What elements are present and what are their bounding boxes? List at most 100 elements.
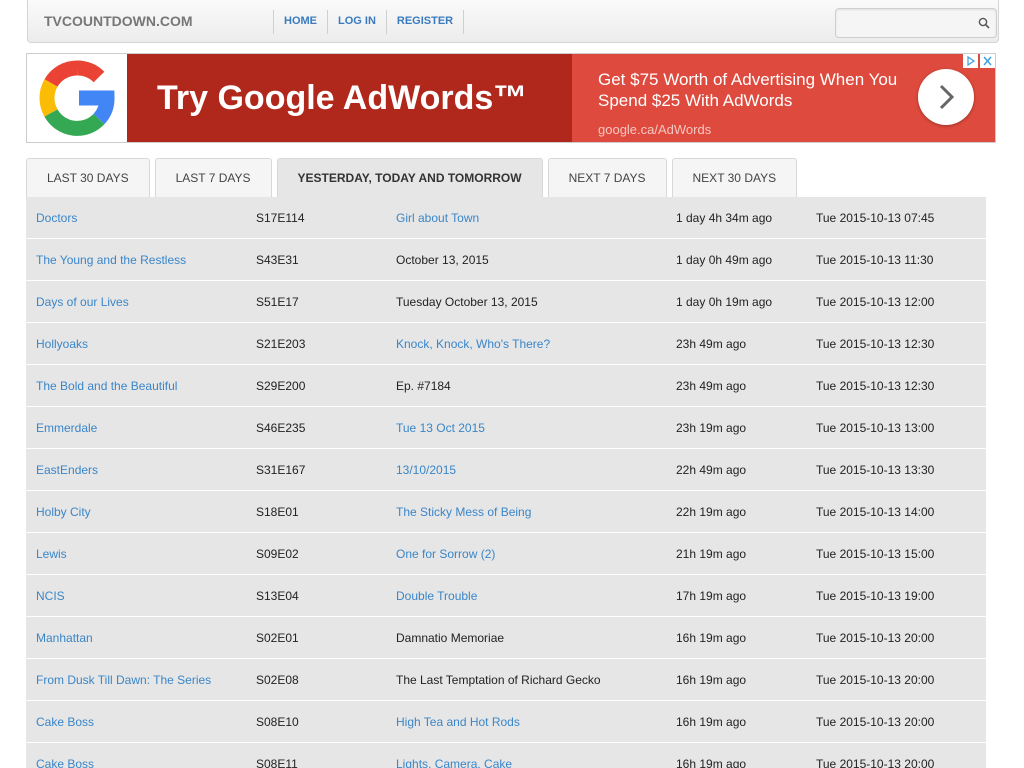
time-ago: 23h 19m ago [676,421,747,435]
show-link[interactable]: Doctors [36,197,77,239]
air-date: Tue 2015-10-13 20:00 [816,673,935,687]
show-link[interactable]: Days of our Lives [36,281,129,323]
air-date: Tue 2015-10-13 13:30 [816,463,935,477]
air-date: Tue 2015-10-13 12:00 [816,295,935,309]
ad-left-panel: Try Google AdWords™ [127,54,572,142]
time-ago: 22h 49m ago [676,463,747,477]
ad-info-icon[interactable] [963,54,978,68]
episode-title[interactable]: Girl about Town [396,197,479,239]
episode-number: S21E203 [256,337,306,351]
table-row: Doctors S17E114 Girl about Town 1 day 4h 34… [26,197,986,239]
time-ago: 17h 19m ago [676,589,747,603]
air-date: Tue 2015-10-13 12:30 [816,379,935,393]
show-link[interactable]: The Bold and the Beautiful [36,365,177,407]
ad-url[interactable]: google.ca/AdWords [598,122,711,137]
time-ago: 23h 49m ago [676,337,747,351]
site-brand[interactable]: TVCOUNTDOWN.COM [44,13,193,29]
table-row: NCIS S13E04 Double Trouble 17h 19m ago Tue 2… [26,575,986,617]
episode-title[interactable]: High Tea and Hot Rods [396,701,520,743]
episode-title: October 13, 2015 [396,253,489,267]
time-ago: 21h 19m ago [676,547,747,561]
episode-number: S02E08 [256,673,299,687]
time-ago: 1 day 4h 34m ago [676,211,773,225]
nav-register-link[interactable]: REGISTER [385,10,465,34]
episode-title[interactable]: The Sticky Mess of Being [396,491,531,533]
episode-title: Ep. #7184 [396,379,451,393]
table-row: Holby City S18E01 The Sticky Mess of Being… [26,491,986,533]
episode-title[interactable]: 13/10/2015 [396,449,456,491]
episode-title[interactable]: Tue 13 Oct 2015 [396,407,485,449]
ad-choices [963,54,995,68]
table-row: The Bold and the Beautiful S29E200 Ep. #71… [26,365,986,407]
air-date: Tue 2015-10-13 20:00 [816,757,935,768]
table-row: Days of our Lives S51E17 Tuesday October 1… [26,281,986,323]
table-row: The Young and the Restless S43E31 October … [26,239,986,281]
tab-yesterday-today-tomorrow[interactable]: YESTERDAY, TODAY AND TOMORROW [276,158,543,198]
air-date: Tue 2015-10-13 13:00 [816,421,935,435]
date-range-tabs: LAST 30 DAYS LAST 7 DAYS YESTERDAY, TODA… [26,158,798,198]
episode-title: Tuesday October 13, 2015 [396,295,538,309]
air-date: Tue 2015-10-13 07:45 [816,211,935,225]
tab-next-30-days[interactable]: NEXT 30 DAYS [671,158,798,198]
ad-arrow-button[interactable] [918,69,974,125]
search-box [835,8,997,38]
top-navbar: TVCOUNTDOWN.COM HOME LOG IN REGISTER [27,0,999,43]
show-link[interactable]: Lewis [36,533,67,575]
show-link[interactable]: The Young and the Restless [36,239,186,281]
search-icon[interactable] [978,17,990,29]
episode-title[interactable]: Lights, Camera, Cake [396,743,512,768]
episode-number: S13E04 [256,589,299,603]
show-link[interactable]: Hollyoaks [36,323,88,365]
ad-description[interactable]: Get $75 Worth of Advertising When You Sp… [598,69,898,111]
chevron-right-icon [939,84,955,110]
time-ago: 16h 19m ago [676,673,747,687]
adwords-banner[interactable]: Try Google AdWords™ Get $75 Worth of Adv… [26,53,996,143]
episode-number: S46E235 [256,421,306,435]
episode-table: Doctors S17E114 Girl about Town 1 day 4h 34… [26,197,986,768]
show-link[interactable]: NCIS [36,575,65,617]
air-date: Tue 2015-10-13 20:00 [816,631,935,645]
table-row: Hollyoaks S21E203 Knock, Knock, Who's Ther… [26,323,986,365]
nav-home-link[interactable]: HOME [273,10,327,34]
show-link[interactable]: Emmerdale [36,407,97,449]
show-link[interactable]: Cake Boss [36,701,94,743]
episode-number: S18E01 [256,505,299,519]
episode-title: The Last Temptation of Richard Gecko [396,673,601,687]
episode-title[interactable]: Knock, Knock, Who's There? [396,323,550,365]
tab-last-7-days[interactable]: LAST 7 DAYS [154,158,272,198]
show-link[interactable]: Holby City [36,491,91,533]
episode-title[interactable]: Double Trouble [396,575,477,617]
episode-number: S43E31 [256,253,299,267]
episode-number: S08E11 [256,757,298,768]
episode-title: Damnatio Memoriae [396,631,505,645]
time-ago: 16h 19m ago [676,631,747,645]
show-link[interactable]: From Dusk Till Dawn: The Series [36,659,211,701]
episode-number: S29E200 [256,379,306,393]
ad-headline[interactable]: Try Google AdWords™ [157,79,527,118]
nav-login-link[interactable]: LOG IN [327,10,386,34]
show-link[interactable]: Manhattan [36,617,93,659]
tab-last-30-days[interactable]: LAST 30 DAYS [26,158,150,198]
episode-number: S51E17 [256,295,299,309]
time-ago: 1 day 0h 49m ago [676,253,773,267]
show-link[interactable]: Cake Boss [36,743,94,768]
search-input[interactable] [836,9,976,37]
tab-next-7-days[interactable]: NEXT 7 DAYS [547,158,667,198]
table-row: Manhattan S02E01 Damnatio Memoriae 16h 19m … [26,617,986,659]
episode-title[interactable]: One for Sorrow (2) [396,533,495,575]
time-ago: 22h 19m ago [676,505,747,519]
episode-number: S31E167 [256,463,306,477]
show-link[interactable]: EastEnders [36,449,98,491]
time-ago: 23h 49m ago [676,379,747,393]
table-row: From Dusk Till Dawn: The Series S02E08 The… [26,659,986,701]
table-row: EastEnders S31E167 13/10/2015 22h 49m ago Tu… [26,449,986,491]
close-icon[interactable] [980,54,995,68]
table-row: Cake Boss S08E10 High Tea and Hot Rods 16h … [26,701,986,743]
table-row: Lewis S09E02 One for Sorrow (2) 21h 19m ago… [26,533,986,575]
air-date: Tue 2015-10-13 15:00 [816,547,935,561]
episode-number: S17E114 [256,211,305,225]
air-date: Tue 2015-10-13 19:00 [816,589,935,603]
table-row: Cake Boss S08E11 Lights, Camera, Cake 16h 1… [26,743,986,768]
air-date: Tue 2015-10-13 14:00 [816,505,935,519]
time-ago: 16h 19m ago [676,715,747,729]
